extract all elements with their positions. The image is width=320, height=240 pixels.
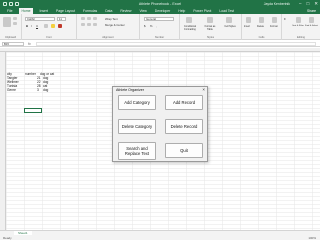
wrap-text-button[interactable]: Wrap Text: [105, 17, 118, 21]
font-color-icon[interactable]: [58, 24, 62, 28]
delete-record-button[interactable]: Delete Record: [165, 119, 203, 134]
cell-city[interactable]: Genre: [7, 88, 16, 92]
percent-icon[interactable]: %: [150, 24, 153, 28]
row-headers: [0, 52, 6, 230]
paste-icon[interactable]: [3, 17, 11, 27]
delete-cells-label[interactable]: Delete: [257, 25, 264, 28]
cell-styles-label[interactable]: Cell Styles: [222, 25, 238, 28]
align-center-icon[interactable]: [87, 23, 91, 26]
insert-cells-label[interactable]: Insert: [244, 25, 250, 28]
dialog-title: Athlete Organizer: [116, 88, 144, 92]
minimize-icon[interactable]: –: [299, 1, 302, 7]
cells-group: Insert Delete Format Cells: [242, 14, 282, 40]
title-bar: Athlete Phonebook - Excel Jayda Kenbertn…: [0, 0, 320, 8]
styles-label: Styles: [206, 36, 215, 39]
sort-filter-label[interactable]: Sort & Filter: [292, 25, 304, 27]
add-category-button[interactable]: Add Category: [118, 95, 156, 110]
close-window-icon[interactable]: ✕: [314, 1, 318, 7]
align-middle-icon[interactable]: [87, 17, 91, 20]
merge-center-button[interactable]: Merge & Center: [105, 23, 125, 27]
cell-number[interactable]: 3: [37, 88, 39, 92]
conditional-formatting-icon[interactable]: [186, 17, 192, 23]
quit-button[interactable]: Quit: [165, 143, 203, 158]
maximize-icon[interactable]: □: [307, 1, 310, 7]
cell-pet[interactable]: dog: [43, 88, 48, 92]
font-size-select[interactable]: 11: [57, 17, 66, 21]
conditional-formatting-label[interactable]: Conditional Formatting: [181, 25, 199, 31]
formula-bar: B15 fx: [0, 41, 320, 47]
fx-icon[interactable]: fx: [28, 42, 31, 46]
number-label: Number: [154, 36, 165, 39]
name-box[interactable]: B15: [2, 42, 24, 46]
font-group: Calibri 11 B I U Font: [22, 14, 77, 40]
font-name-select[interactable]: Calibri: [25, 17, 55, 21]
alignment-group: Wrap Text Merge & Center Alignment: [77, 14, 140, 40]
header-number[interactable]: number: [25, 72, 36, 76]
number-group: General $ % , Number: [140, 14, 180, 40]
editing-group: Σ Sort & Filter Find & Select Editing: [282, 14, 320, 40]
cell-styles-icon[interactable]: [226, 17, 232, 23]
share-button[interactable]: Share: [307, 9, 316, 13]
alignment-label: Alignment: [102, 36, 114, 39]
format-as-table-label[interactable]: Format as Table: [202, 25, 218, 31]
insert-cells-icon[interactable]: [246, 17, 251, 23]
dialog-close-icon[interactable]: ×: [202, 87, 205, 92]
editing-label: Editing: [297, 36, 305, 39]
cut-icon[interactable]: [13, 17, 17, 20]
align-left-icon[interactable]: [81, 23, 85, 26]
align-right-icon[interactable]: [93, 23, 97, 26]
status-bar: Ready 100%: [0, 235, 320, 240]
autosum-icon[interactable]: Σ: [284, 17, 286, 21]
find-select-label[interactable]: Find & Select: [305, 25, 318, 27]
delete-category-button[interactable]: Delete Category: [118, 119, 156, 134]
format-cells-icon[interactable]: [272, 17, 277, 23]
borders-icon[interactable]: [44, 24, 48, 28]
user-name: Jayda Kenbertnik: [263, 2, 290, 6]
athlete-organizer-dialog: Athlete Organizer × Add Category Add Rec…: [112, 86, 208, 162]
cells-label: Cells: [258, 36, 265, 39]
italic-icon[interactable]: I: [31, 24, 32, 28]
clipboard-label: Clipboard: [4, 36, 17, 39]
find-select-icon[interactable]: [309, 17, 314, 23]
currency-icon[interactable]: $: [144, 24, 146, 28]
align-bottom-icon[interactable]: [93, 17, 97, 20]
format-as-table-icon[interactable]: [207, 17, 213, 23]
add-record-button[interactable]: Add Record: [165, 95, 203, 110]
selected-cell[interactable]: [24, 108, 42, 113]
formula-input[interactable]: [36, 42, 316, 46]
comma-icon[interactable]: ,: [156, 24, 157, 28]
copy-icon[interactable]: [13, 22, 17, 25]
underline-icon[interactable]: U: [36, 24, 38, 28]
fill-color-icon[interactable]: [51, 24, 55, 28]
status-ready: Ready: [3, 235, 12, 240]
ribbon: Clipboard Calibri 11 B I U Font Wrap Tex…: [0, 14, 320, 40]
font-label: Font: [46, 36, 52, 39]
clipboard-group: Clipboard: [0, 14, 22, 40]
search-replace-button[interactable]: Search and Replace Text: [118, 142, 156, 160]
format-cells-label[interactable]: Format: [270, 25, 278, 28]
number-format-select[interactable]: General: [144, 17, 174, 21]
zoom-level[interactable]: 100%: [308, 236, 316, 240]
align-top-icon[interactable]: [81, 17, 85, 20]
bold-icon[interactable]: B: [26, 24, 28, 28]
styles-group: Conditional Formatting Format as Table C…: [180, 14, 242, 40]
sort-filter-icon[interactable]: [296, 17, 301, 23]
delete-cells-icon[interactable]: [259, 17, 264, 23]
window-controls: – □ ✕: [299, 1, 318, 7]
